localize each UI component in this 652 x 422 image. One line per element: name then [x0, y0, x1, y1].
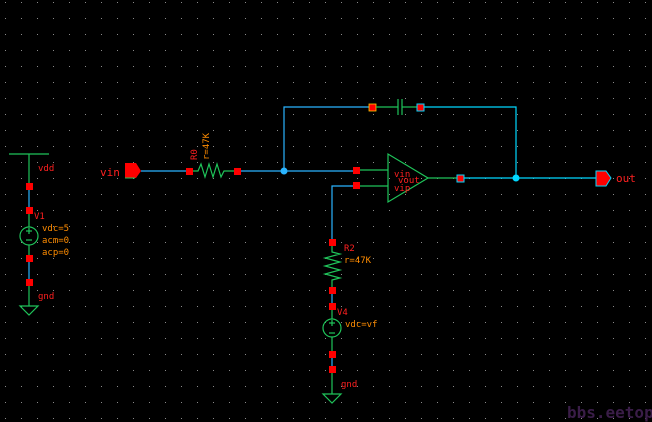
v1-param-vdc: vdc=5 — [42, 224, 69, 234]
r0-value: r=47K — [202, 132, 212, 160]
v4-param-vdc: vdc=vf — [345, 320, 378, 330]
schematic[interactable]: vdd V1 vdc=5 acm=0 acp=0 gnd vin R0 r=47… — [0, 0, 652, 422]
pin[interactable] — [26, 207, 33, 214]
pin[interactable] — [353, 167, 360, 174]
v1-param-acp: acp=0 — [42, 248, 69, 258]
r0-name: R0 — [190, 149, 200, 160]
pin[interactable] — [368, 103, 377, 112]
pin[interactable] — [329, 239, 336, 246]
pin[interactable] — [234, 168, 241, 175]
vdd-label: vdd — [38, 164, 54, 174]
junction-dot — [512, 174, 520, 182]
r2-value: r=47K — [344, 256, 372, 266]
schematic-canvas[interactable]: vdd V1 vdc=5 acm=0 acp=0 gnd vin R0 r=47… — [0, 0, 652, 422]
pin[interactable] — [353, 182, 360, 189]
gnd-label: gnd — [38, 292, 54, 302]
r2-name: R2 — [344, 244, 355, 254]
pin[interactable] — [26, 255, 33, 262]
junction-dot — [280, 167, 288, 175]
pin[interactable] — [329, 351, 336, 358]
grid-dots — [0, 0, 652, 422]
input-pin-label: vin — [100, 166, 120, 179]
pin[interactable] — [416, 103, 425, 112]
watermark: bbs.eetop.cn — [567, 403, 652, 422]
v1-name: V1 — [34, 212, 45, 222]
pin[interactable] — [329, 303, 336, 310]
pin[interactable] — [329, 366, 336, 373]
pin[interactable] — [186, 168, 193, 175]
pin[interactable] — [329, 287, 336, 294]
pin[interactable] — [26, 183, 33, 190]
pin[interactable] — [26, 279, 33, 286]
output-pin-label: out — [616, 172, 636, 185]
pin[interactable] — [456, 174, 465, 183]
opamp-pin-vip: vip — [394, 184, 410, 194]
v1-param-acm: acm=0 — [42, 236, 69, 246]
gnd-label: gnd — [341, 380, 357, 390]
v4-name: V4 — [337, 308, 348, 318]
